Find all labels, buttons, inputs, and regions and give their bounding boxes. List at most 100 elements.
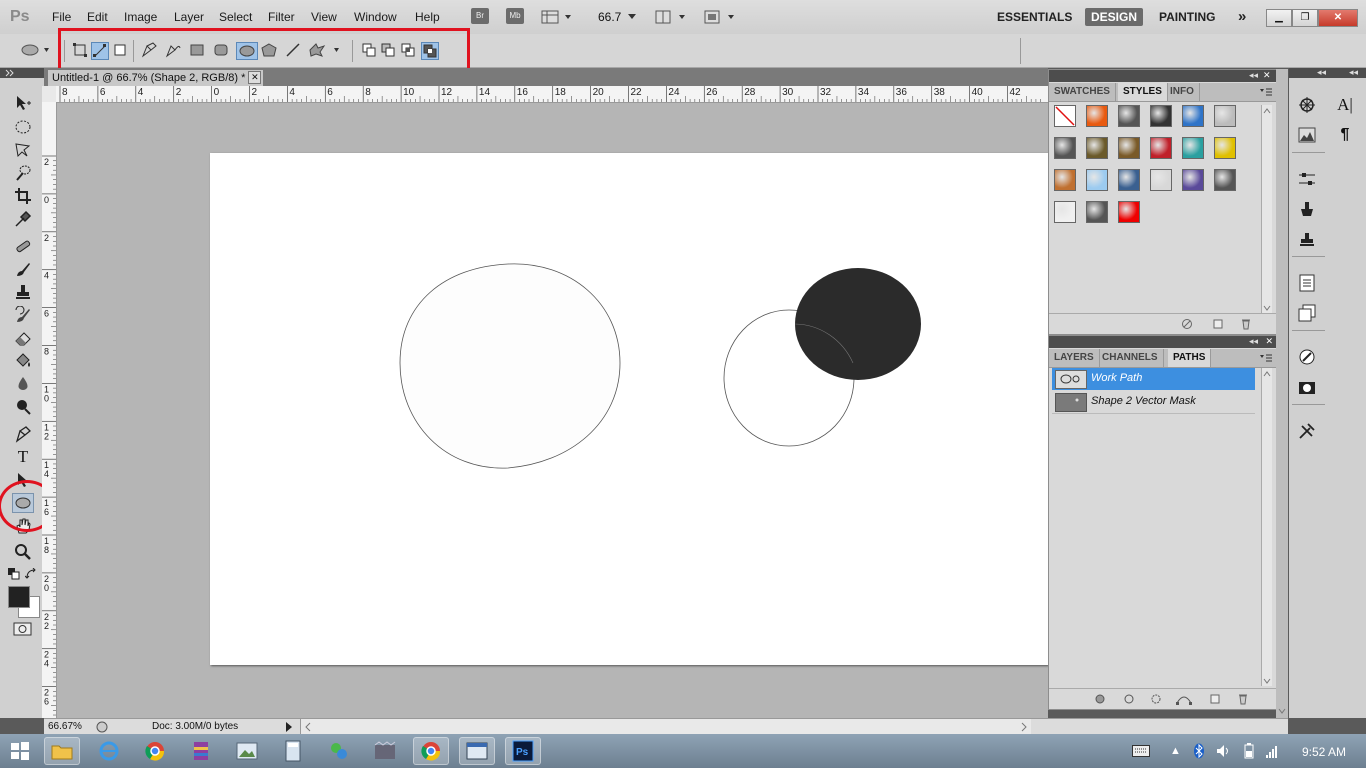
collapse-icon[interactable]: ◂◂	[1249, 70, 1258, 81]
screen-mode-icon[interactable]	[704, 9, 736, 28]
chrome-icon[interactable]	[137, 737, 173, 765]
delete-style-icon[interactable]	[1240, 318, 1252, 333]
ruler-origin[interactable]	[42, 86, 57, 103]
style-swatch[interactable]	[1086, 169, 1108, 191]
tab-info[interactable]: INFO	[1165, 83, 1200, 101]
close-panel-icon[interactable]: ✕	[1265, 336, 1273, 346]
elliptical-marquee-icon[interactable]	[12, 117, 34, 137]
tab-channels[interactable]: CHANNELS	[1097, 349, 1164, 367]
style-swatch[interactable]	[1054, 201, 1076, 223]
expand-dock-icon[interactable]: ◂◂	[1317, 67, 1326, 78]
minibridge-button[interactable]: Mb	[506, 8, 524, 24]
zoom-percentage[interactable]: 66.67%	[48, 721, 82, 732]
brush-tool-icon[interactable]	[12, 259, 34, 279]
style-swatch[interactable]	[1086, 137, 1108, 159]
tab-layers[interactable]: LAYERS	[1049, 349, 1100, 367]
paths-scrollbar[interactable]	[1261, 368, 1272, 686]
file-explorer-icon[interactable]	[44, 737, 80, 765]
bridge-button[interactable]: Br	[471, 8, 489, 24]
tab-paths[interactable]: PATHS	[1168, 349, 1212, 367]
photo-viewer-icon[interactable]	[229, 737, 265, 765]
style-swatch[interactable]	[1150, 137, 1172, 159]
quick-selection-icon[interactable]	[12, 163, 34, 183]
workspace-painting[interactable]: PAINTING	[1153, 8, 1221, 26]
style-swatch[interactable]	[1086, 201, 1108, 223]
adjustments-icon[interactable]	[1297, 169, 1317, 189]
notes-icon[interactable]	[1297, 273, 1317, 293]
clone-source-icon[interactable]	[1297, 199, 1317, 219]
messenger-icon[interactable]	[321, 737, 357, 765]
histogram-icon[interactable]	[1297, 125, 1317, 145]
menu-file[interactable]: File	[52, 10, 71, 24]
arrange-documents-icon[interactable]	[655, 9, 687, 28]
panel-menu-icon[interactable]	[1260, 86, 1272, 100]
tools-presets-icon[interactable]	[1297, 421, 1317, 441]
fill-path-icon[interactable]	[1094, 693, 1106, 708]
chevron-down-icon[interactable]	[628, 10, 636, 25]
dodge-tool-icon[interactable]	[12, 397, 34, 417]
menu-select[interactable]: Select	[219, 10, 252, 24]
brush-preset-icon[interactable]	[1297, 347, 1317, 367]
eyedropper-icon[interactable]	[12, 209, 34, 229]
history-brush-icon[interactable]	[12, 305, 34, 325]
style-swatch[interactable]	[1214, 169, 1236, 191]
close-button[interactable]: ✕	[1318, 9, 1358, 27]
menu-image[interactable]: Image	[124, 10, 157, 24]
foreground-color-swatch[interactable]	[8, 586, 30, 608]
workspace-design[interactable]: DESIGN	[1085, 8, 1144, 26]
expand-dock-icon[interactable]: ◂◂	[1349, 67, 1358, 78]
style-swatch[interactable]	[1086, 105, 1108, 127]
style-swatch[interactable]	[1054, 105, 1076, 127]
menu-view[interactable]: View	[311, 10, 337, 24]
style-swatch[interactable]	[1054, 137, 1076, 159]
style-swatch[interactable]	[1182, 137, 1204, 159]
load-selection-icon[interactable]	[1150, 693, 1162, 708]
path-row-vector-mask[interactable]: Shape 2 Vector Mask	[1052, 391, 1255, 414]
style-swatch[interactable]	[1118, 137, 1140, 159]
more-workspaces-button[interactable]: »	[1232, 8, 1252, 26]
maximize-button[interactable]: ❐	[1292, 9, 1318, 27]
menu-edit[interactable]: Edit	[87, 10, 108, 24]
navigator-icon[interactable]	[1297, 95, 1317, 115]
default-colors-icon[interactable]	[8, 568, 20, 583]
document-canvas[interactable]	[210, 153, 1048, 665]
panel-menu-icon[interactable]	[1260, 352, 1272, 366]
make-work-path-icon[interactable]	[1176, 693, 1192, 708]
photoshop-taskbar-icon[interactable]: Ps	[505, 737, 541, 765]
zoom-level-select[interactable]: 66.7	[598, 10, 621, 24]
panel-dock-scrollbar[interactable]	[1276, 69, 1288, 718]
ruler-vertical[interactable]: 20246810121416182022242628	[42, 102, 57, 718]
taskbar-clock[interactable]: 9:52 AM	[1302, 745, 1346, 759]
zoom-tool-icon[interactable]	[12, 542, 34, 562]
ruler-horizontal[interactable]: 8 6 4 2 0 2 4 6 8 10 12 14 16 18 20 22 24 26 28 30 32 34 36 38 4…	[56, 86, 1048, 103]
tab-swatches[interactable]: SWATCHES	[1049, 83, 1116, 101]
swap-colors-icon[interactable]	[24, 567, 37, 583]
volume-icon[interactable]	[1216, 744, 1232, 761]
blur-tool-icon[interactable]	[12, 374, 34, 394]
delete-path-icon[interactable]	[1237, 693, 1249, 708]
styles-scrollbar[interactable]	[1261, 105, 1272, 313]
layer-comps-icon[interactable]	[1297, 303, 1317, 323]
new-path-icon[interactable]	[1209, 693, 1221, 708]
view-extras-icon[interactable]	[541, 9, 571, 28]
collapse-icon[interactable]: ◂◂	[1249, 336, 1258, 347]
style-swatch[interactable]	[1150, 105, 1172, 127]
bluetooth-icon[interactable]	[1193, 743, 1205, 762]
show-hidden-icons[interactable]: ▲	[1170, 745, 1181, 757]
menu-window[interactable]: Window	[354, 10, 397, 24]
tool-preset-picker[interactable]	[20, 42, 50, 58]
video-editor-icon[interactable]	[367, 737, 403, 765]
pen-tool-sidebar-icon[interactable]	[12, 424, 34, 444]
paragraph-panel-icon[interactable]: ¶	[1335, 125, 1355, 145]
clone-stamp-icon[interactable]	[12, 282, 34, 302]
keyboard-icon[interactable]	[1132, 745, 1150, 760]
window-app-icon[interactable]	[459, 737, 495, 765]
style-swatch[interactable]	[1182, 105, 1204, 127]
camera-icon[interactable]	[1297, 377, 1317, 397]
tab-styles[interactable]: STYLES	[1118, 83, 1168, 101]
menu-filter[interactable]: Filter	[268, 10, 295, 24]
quick-mask-icon[interactable]	[13, 621, 33, 640]
chrome-active-icon[interactable]	[413, 737, 449, 765]
crop-tool-icon[interactable]	[12, 186, 34, 206]
close-panel-icon[interactable]: ✕	[1263, 70, 1273, 80]
